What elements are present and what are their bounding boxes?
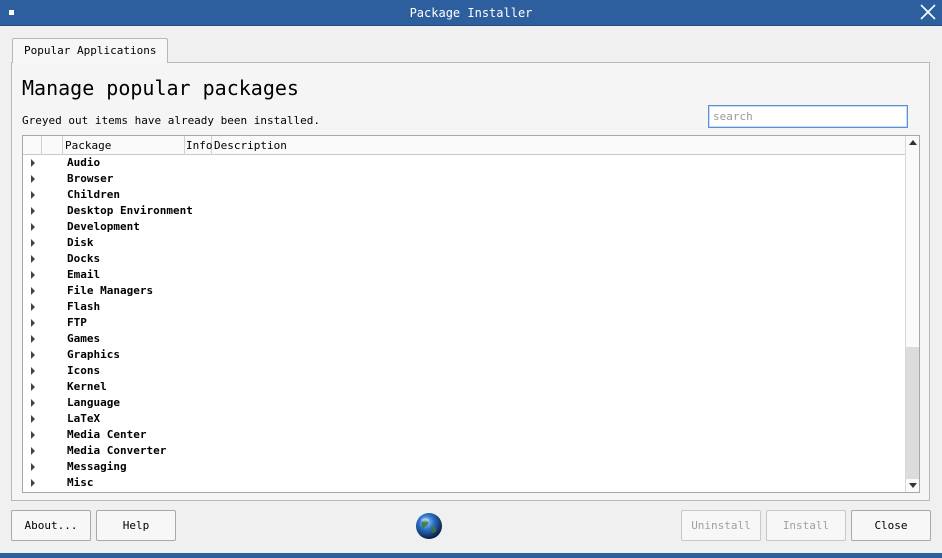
category-label: Audio xyxy=(67,156,101,169)
expand-arrow-icon[interactable] xyxy=(31,255,35,263)
category-label: Development xyxy=(67,220,140,233)
category-label: FTP xyxy=(67,316,87,329)
expand-arrow-icon[interactable] xyxy=(31,191,35,199)
category-label: Media Converter xyxy=(67,444,167,457)
column-header-expander[interactable] xyxy=(23,136,42,155)
expand-arrow-icon[interactable] xyxy=(31,351,35,359)
expand-arrow-icon[interactable] xyxy=(31,335,35,343)
tree-row[interactable]: Kernel xyxy=(23,379,906,395)
tree-row[interactable]: Docks xyxy=(23,251,906,267)
tree-row[interactable]: Messaging xyxy=(23,459,906,475)
close-button[interactable]: Close xyxy=(851,510,931,541)
tree-row[interactable]: Games xyxy=(23,331,906,347)
about-button[interactable]: About... xyxy=(11,510,91,541)
window-bottom-border xyxy=(0,553,942,558)
tree-row[interactable]: Desktop Environment xyxy=(23,203,906,219)
category-label: LaTeX xyxy=(67,412,101,425)
tree-row[interactable]: Graphics xyxy=(23,347,906,363)
expand-arrow-icon[interactable] xyxy=(31,463,35,471)
category-label: Flash xyxy=(67,300,101,313)
expand-arrow-icon[interactable] xyxy=(31,175,35,183)
expand-arrow-icon[interactable] xyxy=(31,287,35,295)
column-header-package[interactable]: Package xyxy=(63,136,185,155)
scrollbar-track[interactable] xyxy=(906,347,919,479)
window-titlebar[interactable]: Package Installer xyxy=(0,0,942,26)
column-header-check[interactable] xyxy=(42,136,63,155)
tree-rows: Audio Browser Children Desktop Environme… xyxy=(23,155,906,491)
tab-popular-applications[interactable]: Popular Applications xyxy=(12,38,169,63)
expand-arrow-icon[interactable] xyxy=(31,319,35,327)
expand-arrow-icon[interactable] xyxy=(31,303,35,311)
help-button[interactable]: Help xyxy=(96,510,176,541)
category-label: Children xyxy=(67,188,120,201)
expand-arrow-icon[interactable] xyxy=(31,431,35,439)
category-label: Language xyxy=(67,396,120,409)
tree-row[interactable]: Misc xyxy=(23,475,906,491)
globe-icon xyxy=(416,513,442,539)
tree-row[interactable]: FTP xyxy=(23,315,906,331)
expand-arrow-icon[interactable] xyxy=(31,271,35,279)
tree-row[interactable]: Disk xyxy=(23,235,906,251)
category-label: Kernel xyxy=(67,380,107,393)
expand-arrow-icon[interactable] xyxy=(31,447,35,455)
column-header-description[interactable]: Description xyxy=(212,136,906,155)
expand-arrow-icon[interactable] xyxy=(31,159,35,167)
category-label: Disk xyxy=(67,236,94,249)
category-label: Misc xyxy=(67,476,94,489)
tree-row[interactable]: Browser xyxy=(23,171,906,187)
tree-row[interactable]: Media Center xyxy=(23,427,906,443)
scroll-up-icon[interactable] xyxy=(909,140,917,145)
tree-header: Package Info Description xyxy=(23,136,906,155)
category-label: Media Center xyxy=(67,428,147,441)
category-label: Messaging xyxy=(67,460,127,473)
expand-arrow-icon[interactable] xyxy=(31,207,35,215)
tree-row[interactable]: Audio xyxy=(23,155,906,171)
vertical-scrollbar[interactable] xyxy=(905,136,919,492)
tree-row[interactable]: File Managers xyxy=(23,283,906,299)
search-input[interactable] xyxy=(708,105,908,128)
package-tree[interactable]: Package Info Description Audio Browser C… xyxy=(22,135,920,493)
tree-row[interactable]: LaTeX xyxy=(23,411,906,427)
tree-row[interactable]: Icons xyxy=(23,363,906,379)
page-title: Manage popular packages xyxy=(22,76,299,100)
category-label: Desktop Environment xyxy=(67,204,193,217)
tree-row[interactable]: Language xyxy=(23,395,906,411)
expand-arrow-icon[interactable] xyxy=(31,415,35,423)
tree-row[interactable]: Flash xyxy=(23,299,906,315)
install-button[interactable]: Install xyxy=(766,510,846,541)
expand-arrow-icon[interactable] xyxy=(31,479,35,487)
expand-arrow-icon[interactable] xyxy=(31,223,35,231)
uninstall-button[interactable]: Uninstall xyxy=(681,510,761,541)
scrollbar-thumb[interactable] xyxy=(907,152,918,348)
installed-hint: Greyed out items have already been insta… xyxy=(22,114,321,127)
expand-arrow-icon[interactable] xyxy=(31,399,35,407)
category-label: File Managers xyxy=(67,284,154,297)
tree-row[interactable]: Email xyxy=(23,267,906,283)
expand-arrow-icon[interactable] xyxy=(31,367,35,375)
category-label: Graphics xyxy=(67,348,120,361)
close-icon[interactable] xyxy=(918,2,938,22)
category-label: Games xyxy=(67,332,101,345)
category-label: Docks xyxy=(67,252,101,265)
tree-row[interactable]: Development xyxy=(23,219,906,235)
tree-row[interactable]: Media Converter xyxy=(23,443,906,459)
category-label: Email xyxy=(67,268,101,281)
tree-row[interactable]: Children xyxy=(23,187,906,203)
window-title: Package Installer xyxy=(409,6,533,20)
expand-arrow-icon[interactable] xyxy=(31,239,35,247)
scroll-down-icon[interactable] xyxy=(909,483,917,488)
expand-arrow-icon[interactable] xyxy=(31,383,35,391)
column-header-info[interactable]: Info xyxy=(185,136,213,155)
category-label: Browser xyxy=(67,172,114,185)
category-label: Icons xyxy=(67,364,101,377)
